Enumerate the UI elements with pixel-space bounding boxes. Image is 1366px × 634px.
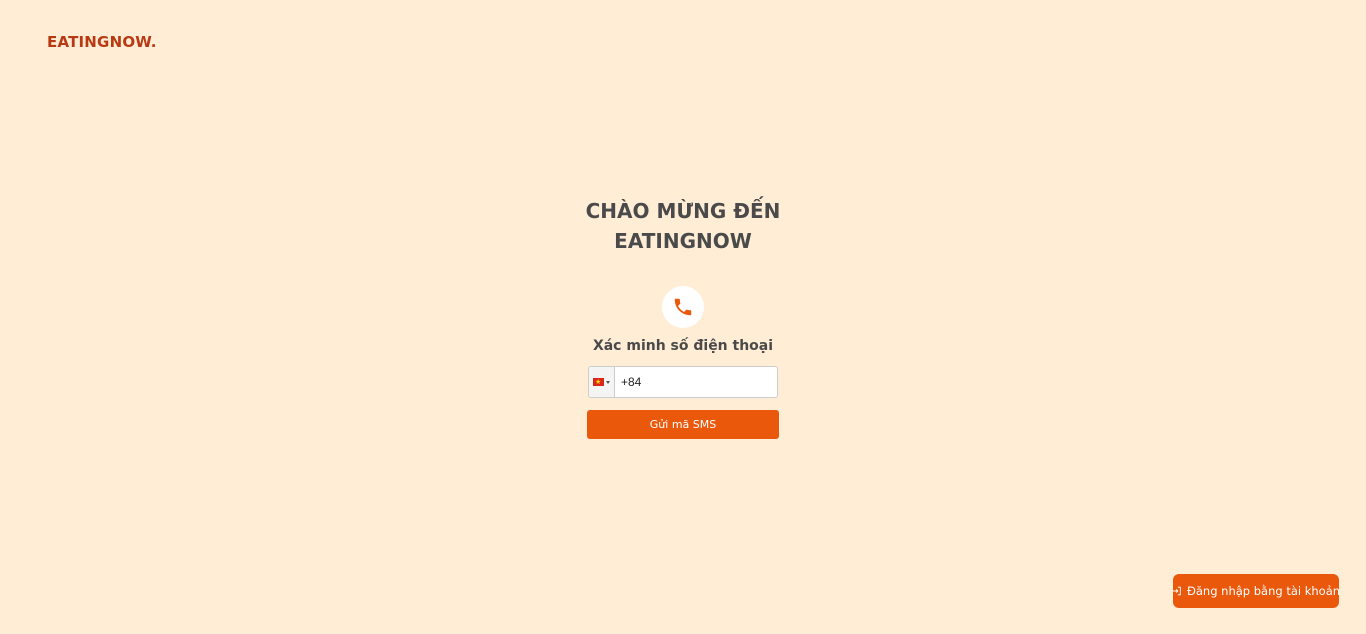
phone-icon — [674, 298, 692, 316]
login-page: EATINGNOW. CHÀO MỪNG ĐẾN EATINGNOW Xác m… — [0, 0, 1366, 634]
page-title-line2: EATINGNOW — [614, 229, 752, 253]
verify-phone-subtitle: Xác minh số điện thoại — [592, 338, 774, 354]
page-title: CHÀO MỪNG ĐẾN EATINGNOW — [583, 196, 783, 256]
page-title-line1: CHÀO MỪNG ĐẾN — [585, 199, 781, 223]
chevron-down-icon — [606, 380, 610, 384]
account-login-label: Đăng nhập bằng tài khoản — [1186, 584, 1341, 598]
country-selector[interactable] — [589, 367, 615, 397]
phone-icon-badge — [662, 286, 704, 328]
account-login-button[interactable]: Đăng nhập bằng tài khoản — [1172, 574, 1341, 608]
send-sms-button[interactable]: Gửi mã SMS — [587, 410, 779, 439]
verification-panel: CHÀO MỪNG ĐẾN EATINGNOW Xác minh số điện… — [583, 196, 783, 439]
login-icon — [1172, 586, 1181, 596]
app-logo[interactable]: EATINGNOW. — [47, 33, 157, 51]
phone-number-input[interactable] — [615, 367, 773, 397]
phone-number-input-group — [588, 366, 778, 398]
vietnam-flag-icon — [593, 375, 604, 389]
